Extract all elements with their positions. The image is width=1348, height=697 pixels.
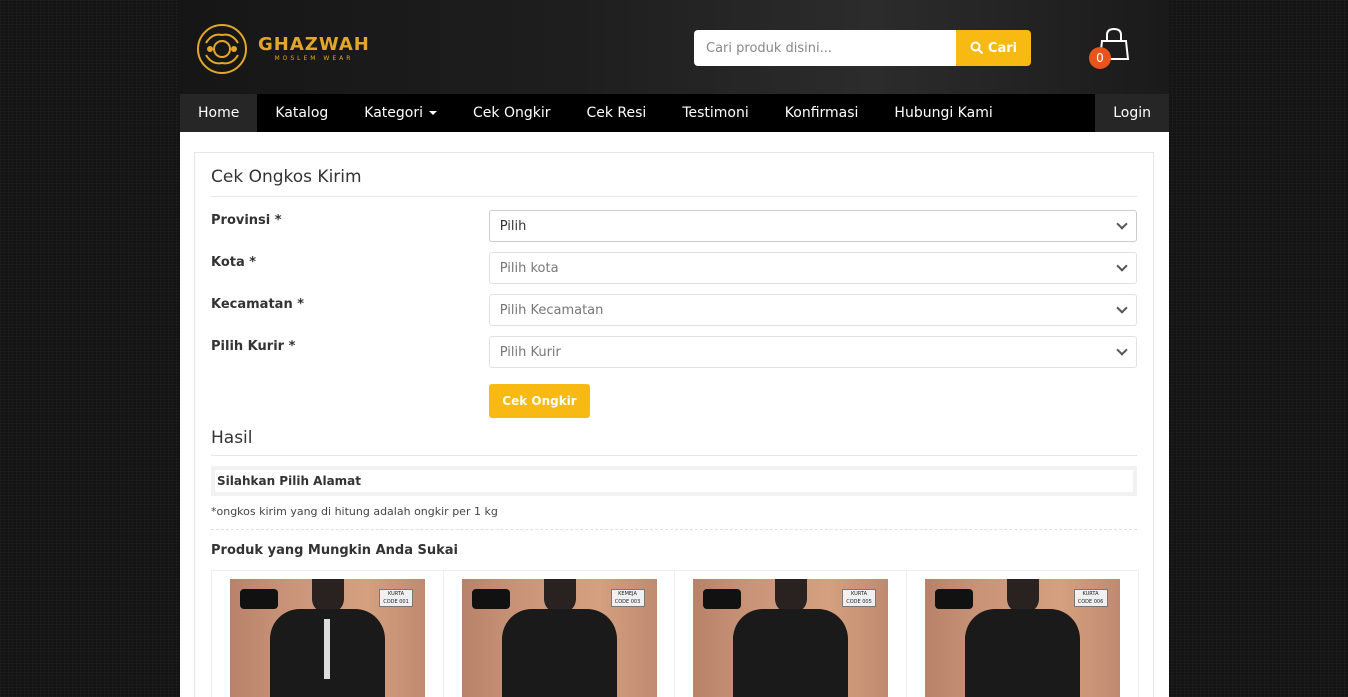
product-card[interactable]: KEMEJA CODE 003 <box>444 571 675 697</box>
product-image: KURTA CODE 005 <box>693 579 888 697</box>
product-image: KEMEJA CODE 003 <box>461 579 657 697</box>
shipping-form: Provinsi * Pilih Kota * Pilih kota Kecam… <box>211 210 1137 418</box>
login-link[interactable]: Login <box>1095 94 1169 132</box>
caret-down-icon <box>429 111 437 115</box>
nav-item-testimoni[interactable]: Testimoni <box>664 94 766 132</box>
nav-item-home[interactable]: Home <box>180 94 258 132</box>
search-bar: Cari <box>694 30 1031 66</box>
nav-item-cek-resi[interactable]: Cek Resi <box>568 94 664 132</box>
provinsi-label: Provinsi * <box>211 213 282 228</box>
shirt-graphic <box>501 609 617 697</box>
mask-graphic <box>934 589 973 609</box>
search-button-label: Cari <box>987 40 1018 56</box>
search-button[interactable]: Cari <box>956 30 1031 66</box>
related-products-title: Produk yang Mungkin Anda Sukai <box>211 543 458 558</box>
chevron-down-icon <box>1116 260 1128 272</box>
kecamatan-label: Kecamatan * <box>211 297 305 312</box>
shirt-graphic <box>733 609 848 697</box>
kecamatan-select-value: Pilih Kecamatan <box>499 302 604 318</box>
result-title: Hasil <box>211 428 1137 456</box>
brand-logo[interactable]: GHAZWAH MOSLEM WEAR <box>196 23 370 75</box>
kota-label: Kota * <box>211 255 257 270</box>
nav-item-hubungi-kami[interactable]: Hubungi Kami <box>876 94 1010 132</box>
search-icon <box>970 41 984 55</box>
shipping-note: *ongkos kirim yang di hitung adalah ongk… <box>211 505 1137 530</box>
nav-item-cek-ongkir[interactable]: Cek Ongkir <box>455 94 568 132</box>
search-input[interactable] <box>694 30 956 66</box>
form-row-kota: Kota * Pilih kota <box>211 252 1137 294</box>
cart-count-badge: 0 <box>1089 47 1111 69</box>
nav-item-katalog[interactable]: Katalog <box>257 94 346 132</box>
model-head-graphic <box>775 579 807 613</box>
mask-graphic <box>471 589 510 609</box>
result-box: Silahkan Pilih Alamat <box>211 466 1137 496</box>
product-image: KURTA CODE 001 <box>230 579 425 697</box>
nav-item-kategori-label: Kategori <box>364 105 423 121</box>
kota-select[interactable]: Pilih kota <box>488 252 1137 284</box>
page-title: Cek Ongkos Kirim <box>211 153 1137 197</box>
product-code-tag: KEMEJA CODE 003 <box>610 589 645 607</box>
product-code-tag: KURTA CODE 001 <box>379 589 413 607</box>
kota-select-value: Pilih kota <box>499 260 559 276</box>
result-message: Silahkan Pilih Alamat <box>215 470 1133 492</box>
product-card[interactable]: KURTA CODE 006 <box>907 571 1139 697</box>
cart-button[interactable]: 0 <box>1088 25 1132 69</box>
provinsi-select[interactable]: Pilih <box>488 210 1137 242</box>
shirt-graphic <box>964 609 1080 697</box>
brand-tagline: MOSLEM WEAR <box>274 55 354 62</box>
product-card[interactable]: KURTA CODE 005 <box>675 571 907 697</box>
kurir-select-value: Pilih Kurir <box>499 344 561 360</box>
chevron-down-icon <box>1116 218 1128 230</box>
form-row-kurir: Pilih Kurir * Pilih Kurir <box>211 336 1137 378</box>
product-code-tag: KURTA CODE 006 <box>1073 589 1108 607</box>
shipping-check-panel: Cek Ongkos Kirim Provinsi * Pilih Kota *… <box>194 152 1154 697</box>
nav-item-konfirmasi[interactable]: Konfirmasi <box>767 94 877 132</box>
mask-graphic <box>703 589 741 609</box>
product-image: KURTA CODE 006 <box>924 579 1120 697</box>
chevron-down-icon <box>1116 344 1128 356</box>
site-header: GHAZWAH MOSLEM WEAR Cari 0 <box>180 0 1169 94</box>
nav-item-kategori[interactable]: Kategori <box>346 94 455 132</box>
shirt-trim-graphic <box>324 619 330 679</box>
form-row-kecamatan: Kecamatan * Pilih Kecamatan <box>211 294 1137 336</box>
page-container: GHAZWAH MOSLEM WEAR Cari 0 Home Kata <box>180 0 1169 697</box>
kurir-label: Pilih Kurir * <box>211 339 296 354</box>
kecamatan-select[interactable]: Pilih Kecamatan <box>488 294 1137 326</box>
main-navigation: Home Katalog Kategori Cek Ongkir Cek Res… <box>180 94 1169 132</box>
provinsi-select-value: Pilih <box>499 218 527 234</box>
chevron-down-icon <box>1116 302 1128 314</box>
product-card[interactable]: KURTA CODE 001 <box>212 571 444 697</box>
related-products-list: KURTA CODE 001 KEMEJA CODE 003 KURTA COD… <box>211 570 1139 697</box>
form-row-provinsi: Provinsi * Pilih <box>211 210 1137 252</box>
brand-emblem-icon <box>197 24 247 74</box>
model-head-graphic <box>543 579 576 613</box>
brand-name: GHAZWAH <box>258 34 370 55</box>
kurir-select[interactable]: Pilih Kurir <box>488 336 1137 368</box>
model-head-graphic <box>1006 579 1039 613</box>
product-code-tag: KURTA CODE 005 <box>842 589 876 607</box>
brand-text: GHAZWAH MOSLEM WEAR <box>258 35 370 63</box>
mask-graphic <box>240 589 278 609</box>
model-head-graphic <box>312 579 344 613</box>
cek-ongkir-button[interactable]: Cek Ongkir <box>489 384 590 418</box>
